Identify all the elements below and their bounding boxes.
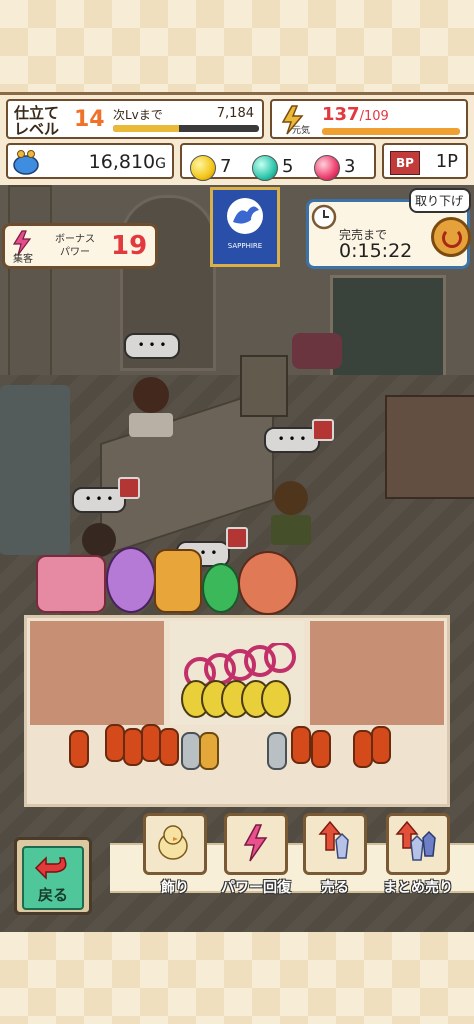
- copper-coin: [371, 726, 391, 764]
- power-label: 元気: [292, 126, 311, 136]
- withdraw-icon: [431, 217, 471, 257]
- level-value: 14: [74, 107, 105, 132]
- copper-coin: [141, 724, 161, 762]
- gold-coin: [199, 732, 219, 770]
- copper-coin: [123, 728, 143, 766]
- power-recover-button[interactable]: パワー回復: [216, 813, 296, 897]
- bonus-value: 19: [111, 231, 148, 261]
- power-bar: [322, 128, 460, 135]
- item-red-haired-girl: [238, 551, 298, 615]
- withdraw-button[interactable]: 取り下げ: [409, 188, 471, 257]
- gold-panel: 16,810G: [6, 143, 174, 179]
- gold-value: 16,810: [88, 151, 156, 173]
- item-purple-flower: [106, 547, 156, 613]
- yellow-gem-count: 7: [220, 156, 232, 177]
- sellout-timer-panel: 完売まで 0:15:22 取り下げ: [306, 188, 471, 269]
- power-recover-button-label: パワー回復: [221, 880, 291, 896]
- sell-icon: [318, 820, 349, 859]
- silver-coin: [181, 732, 201, 770]
- copper-coin: [353, 730, 373, 768]
- bp-icon: BP: [390, 151, 420, 175]
- timer-value: 0:15:22: [339, 240, 413, 262]
- bulk-sell-button-label: まとめ売り: [383, 880, 453, 896]
- bonus-label: ボーナス パワー: [55, 234, 95, 258]
- item-green-parrot: [202, 563, 240, 613]
- power-current: 137/109: [322, 104, 389, 125]
- sales-shelf: [24, 615, 450, 807]
- next-level-value: 7,184: [216, 106, 254, 121]
- level-panel: 仕立て レベル 14 次Lvまで 7,184: [6, 99, 264, 139]
- bulk-sell-tile: [386, 813, 450, 875]
- gold-amount: 16,810G: [89, 151, 166, 173]
- shelf-slot-empty-1[interactable]: [27, 618, 167, 728]
- top-background: [0, 0, 474, 92]
- next-level-bar-fill: [113, 125, 179, 132]
- back-arrow-icon: [34, 856, 67, 880]
- dragon-emblem-icon: [227, 198, 263, 234]
- gold-unit: G: [155, 156, 166, 172]
- back-tile: 戻る: [22, 846, 84, 910]
- item-pink-robot: [36, 555, 106, 613]
- level-label: 仕立て レベル: [14, 104, 60, 138]
- back-button[interactable]: 戻る: [14, 837, 92, 915]
- item-gold-dragon: [154, 549, 202, 613]
- power-panel[interactable]: 元気 137/109: [270, 99, 468, 139]
- sell-button-label: 売る: [321, 880, 349, 896]
- status-hud: 仕立て レベル 14 次Lvまで 7,184 元気 137/109 16,810…: [0, 92, 474, 188]
- bonus-tag: 集客: [13, 254, 33, 265]
- teal-gem-count: 5: [282, 156, 294, 177]
- bp-value: 1P: [435, 151, 458, 172]
- power-recover-tile: [224, 813, 288, 875]
- shelf-slot-charms[interactable]: [167, 618, 307, 728]
- shop-scene[interactable]: • • • • • • • • • • • • 集客 ボーナス パワー 19 S…: [0, 185, 474, 932]
- bottom-background: [0, 932, 474, 1024]
- power-bar-fill: [322, 128, 460, 135]
- power-current-value: 137: [322, 104, 360, 125]
- decoration-button-label: 飾り: [161, 880, 189, 896]
- decoration-button[interactable]: 飾り: [140, 813, 210, 897]
- displayed-items-row: [36, 547, 298, 617]
- bulk-sell-icon: [395, 820, 436, 861]
- yellow-gem-icon: [190, 155, 216, 181]
- power-max-value: /109: [359, 109, 389, 124]
- shelf-slot-empty-2[interactable]: [307, 618, 447, 728]
- copper-coin: [105, 724, 125, 762]
- sell-tile: [303, 813, 367, 875]
- bp-panel[interactable]: BP 1P: [382, 143, 468, 179]
- sapphire-banner[interactable]: SAPPHIRE: [210, 187, 280, 267]
- chick-icon: [158, 825, 188, 860]
- silver-coin: [267, 732, 287, 770]
- decoration-tile: [143, 813, 207, 875]
- bonus-power-panel: 集客 ボーナス パワー 19: [2, 223, 158, 269]
- next-level-bar: [113, 125, 259, 132]
- coin-purse-icon: [13, 150, 39, 175]
- pink-gem-count: 3: [344, 156, 356, 177]
- clock-icon: [311, 204, 337, 230]
- copper-coin: [311, 730, 331, 768]
- bulk-sell-button[interactable]: まとめ売り: [370, 813, 466, 897]
- gems-panel: 7 5 3: [180, 143, 376, 181]
- pink-gem-icon: [314, 155, 340, 181]
- next-level-label: 次Lvまで: [113, 108, 163, 122]
- copper-coin: [69, 730, 89, 768]
- copper-coin: [291, 726, 311, 764]
- charm-bracelets-icon: [181, 643, 296, 718]
- lightning-icon: [243, 824, 268, 862]
- copper-coin: [159, 728, 179, 766]
- sell-button[interactable]: 売る: [300, 813, 370, 897]
- banner-text: SAPPHIRE: [227, 242, 263, 250]
- withdraw-button-label: 取り下げ: [409, 188, 471, 213]
- teal-gem-icon: [252, 155, 278, 181]
- back-button-label: 戻る: [37, 886, 68, 904]
